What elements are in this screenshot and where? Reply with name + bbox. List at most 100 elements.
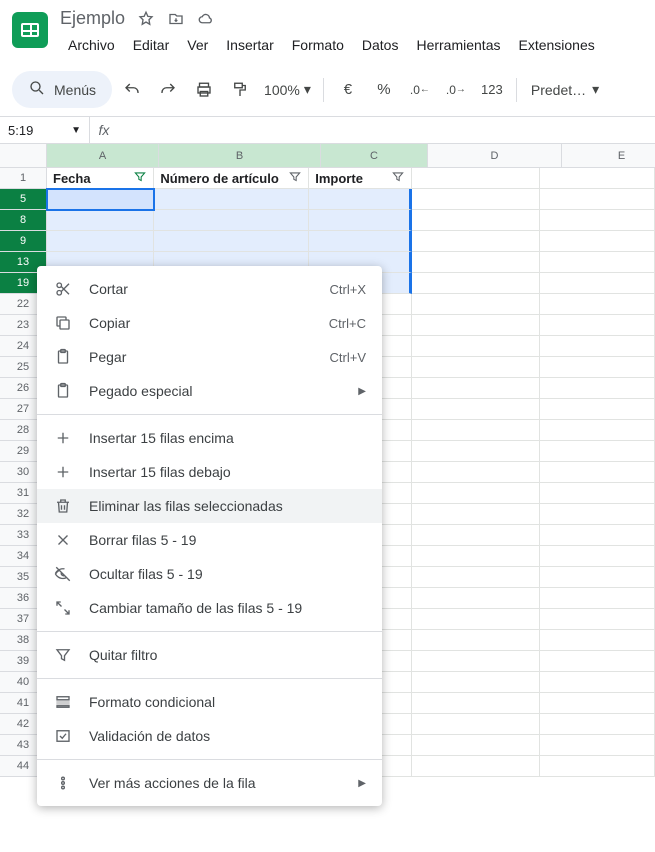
ctx-quitar-filtro[interactable]: Quitar filtro (37, 638, 382, 672)
ctx-eliminar-las-filas-seleccionad[interactable]: Eliminar las filas seleccionadas (37, 489, 382, 523)
select-all-corner[interactable] (0, 144, 47, 168)
cell[interactable]: Importe (309, 168, 412, 189)
cell[interactable] (412, 735, 540, 756)
cell[interactable] (540, 525, 655, 546)
ctx-copiar[interactable]: CopiarCtrl+C (37, 306, 382, 340)
cell[interactable] (412, 630, 540, 651)
cell[interactable] (540, 252, 655, 273)
cell[interactable] (540, 630, 655, 651)
ctx-ocultar-filas-5-19[interactable]: Ocultar filas 5 - 19 (37, 557, 382, 591)
cell[interactable] (540, 672, 655, 693)
cell[interactable] (540, 420, 655, 441)
cell[interactable] (412, 273, 540, 294)
cell[interactable] (412, 294, 540, 315)
ctx-insertar-15-filas-encima[interactable]: Insertar 15 filas encima (37, 421, 382, 455)
cell[interactable] (540, 399, 655, 420)
cell[interactable] (540, 483, 655, 504)
menus-button[interactable]: Menús (12, 71, 112, 108)
star-icon[interactable] (137, 10, 155, 28)
col-header-D[interactable]: D (428, 144, 562, 168)
cell[interactable] (412, 462, 540, 483)
cell[interactable] (540, 294, 655, 315)
cell[interactable] (412, 420, 540, 441)
menu-formato[interactable]: Formato (284, 33, 352, 57)
filter-icon[interactable] (133, 170, 147, 187)
cell[interactable] (412, 651, 540, 672)
cell[interactable] (412, 336, 540, 357)
move-icon[interactable] (167, 10, 185, 28)
ctx-insertar-15-filas-debajo[interactable]: Insertar 15 filas debajo (37, 455, 382, 489)
ctx-ver-m-s-acciones-de-la-fila[interactable]: Ver más acciones de la fila▶ (37, 766, 382, 800)
currency-button[interactable]: € (332, 74, 364, 106)
ctx-cambiar-tama-o-de-las-filas-5-[interactable]: Cambiar tamaño de las filas 5 - 19 (37, 591, 382, 625)
cell[interactable] (412, 378, 540, 399)
increase-decimal-button[interactable]: .0→ (440, 74, 472, 106)
menu-herramientas[interactable]: Herramientas (408, 33, 508, 57)
sheets-logo[interactable] (12, 12, 48, 48)
cell[interactable] (412, 504, 540, 525)
undo-button[interactable] (116, 74, 148, 106)
row-header[interactable]: 1 (0, 168, 47, 189)
cell[interactable] (540, 609, 655, 630)
cell[interactable] (540, 651, 655, 672)
doc-title[interactable]: Ejemplo (60, 8, 125, 29)
cell[interactable] (154, 189, 309, 210)
ctx-validaci-n-de-datos[interactable]: Validación de datos (37, 719, 382, 753)
redo-button[interactable] (152, 74, 184, 106)
col-header-B[interactable]: B (159, 144, 321, 168)
col-header-A[interactable]: A (47, 144, 159, 168)
cell[interactable] (412, 693, 540, 714)
paint-format-button[interactable] (224, 74, 256, 106)
cell[interactable] (540, 735, 655, 756)
filter-icon[interactable] (391, 170, 405, 187)
cell[interactable] (412, 672, 540, 693)
cell[interactable] (309, 189, 412, 210)
menu-insertar[interactable]: Insertar (218, 33, 281, 57)
more-formats-button[interactable]: 123 (476, 74, 508, 106)
cell[interactable] (412, 315, 540, 336)
col-header-C[interactable]: C (321, 144, 428, 168)
cell[interactable] (412, 546, 540, 567)
cell[interactable]: Fecha (47, 168, 154, 189)
cell[interactable] (412, 252, 540, 273)
ctx-formato-condicional[interactable]: Formato condicional (37, 685, 382, 719)
cell[interactable] (412, 714, 540, 735)
cell[interactable] (412, 609, 540, 630)
cell[interactable] (540, 357, 655, 378)
cloud-icon[interactable] (197, 10, 215, 28)
ctx-cortar[interactable]: CortarCtrl+X (37, 272, 382, 306)
cell[interactable] (412, 756, 540, 777)
col-header-E[interactable]: E (562, 144, 655, 168)
cell[interactable] (540, 756, 655, 777)
cell[interactable] (412, 399, 540, 420)
cell[interactable] (540, 693, 655, 714)
cell[interactable] (540, 231, 655, 252)
ctx-pegado-especial[interactable]: Pegado especial▶ (37, 374, 382, 408)
cell[interactable] (47, 210, 154, 231)
ctx-pegar[interactable]: PegarCtrl+V (37, 340, 382, 374)
menu-extensiones[interactable]: Extensiones (510, 33, 602, 57)
name-box[interactable]: 5:19▼ (0, 117, 90, 143)
cell[interactable] (540, 189, 655, 210)
cell[interactable] (412, 210, 540, 231)
decrease-decimal-button[interactable]: .0← (404, 74, 436, 106)
cell[interactable]: Número de artículo (154, 168, 309, 189)
print-button[interactable] (188, 74, 220, 106)
cell[interactable] (47, 189, 154, 210)
cell[interactable] (540, 315, 655, 336)
percent-button[interactable]: % (368, 74, 400, 106)
filter-icon[interactable] (288, 170, 302, 187)
cell[interactable] (412, 588, 540, 609)
cell[interactable] (540, 714, 655, 735)
cell[interactable] (412, 189, 540, 210)
cell[interactable] (309, 231, 412, 252)
menu-editar[interactable]: Editar (125, 33, 178, 57)
row-header[interactable]: 8 (0, 210, 47, 231)
ctx-borrar-filas-5-19[interactable]: Borrar filas 5 - 19 (37, 523, 382, 557)
cell[interactable] (540, 273, 655, 294)
cell[interactable] (154, 231, 309, 252)
cell[interactable] (540, 168, 655, 189)
menu-archivo[interactable]: Archivo (60, 33, 123, 57)
menu-datos[interactable]: Datos (354, 33, 407, 57)
font-select[interactable]: Predet…▾ (525, 81, 605, 98)
